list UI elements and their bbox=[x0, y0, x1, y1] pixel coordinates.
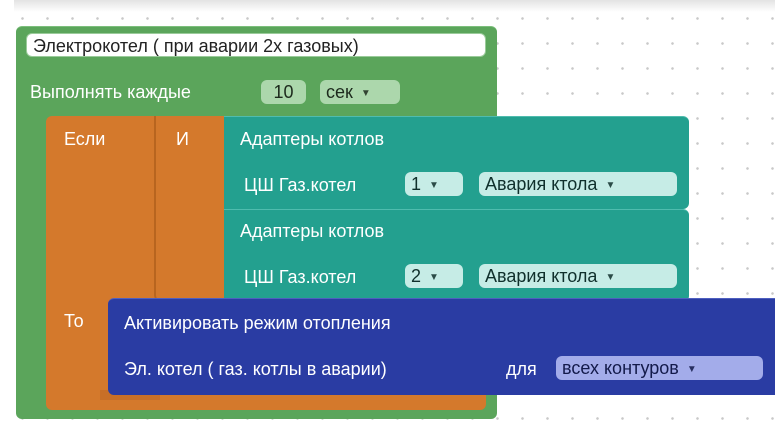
chevron-down-icon: ▼ bbox=[686, 364, 697, 375]
workspace-left-margin bbox=[0, 0, 14, 421]
signal-label-1: Авария ктола bbox=[485, 174, 598, 194]
signal-dropdown-1[interactable]: Авария ктола ▼ bbox=[479, 172, 677, 196]
chevron-down-icon: ▼ bbox=[429, 272, 439, 283]
signal-label-2: Авария ктола bbox=[485, 266, 598, 286]
action-for-label: для bbox=[506, 359, 537, 379]
signal-dropdown-2[interactable]: Авария ктола ▼ bbox=[479, 264, 677, 288]
action-title: Активировать режим отопления bbox=[124, 313, 391, 333]
device-number-dropdown-1[interactable]: 1 ▼ bbox=[405, 172, 463, 196]
chevron-down-icon: ▼ bbox=[360, 88, 371, 99]
workspace-top-shadow bbox=[0, 0, 775, 12]
interval-unit-dropdown[interactable]: сек ▼ bbox=[320, 80, 400, 104]
chevron-down-icon: ▼ bbox=[605, 180, 616, 191]
target-dropdown[interactable]: всех контуров ▼ bbox=[556, 356, 763, 380]
interval-value-field[interactable]: 10 bbox=[261, 80, 306, 104]
adapter-header-2: Адаптеры котлов bbox=[240, 221, 385, 241]
chevron-down-icon: ▼ bbox=[429, 180, 439, 191]
device-label-2: ЦШ Газ.котел bbox=[244, 267, 357, 287]
target-label: всех контуров bbox=[562, 358, 679, 378]
device-number-dropdown-2[interactable]: 2 ▼ bbox=[405, 264, 463, 288]
chevron-down-icon: ▼ bbox=[605, 272, 616, 283]
action-mode-label: Эл. котел ( газ. котлы в аварии) bbox=[124, 359, 387, 379]
and-label: И bbox=[176, 129, 189, 149]
adapter-header-1: Адаптеры котлов bbox=[240, 129, 385, 149]
device-number-1: 1 bbox=[411, 174, 422, 194]
then-label: То bbox=[64, 311, 84, 331]
if-label: Если bbox=[64, 129, 106, 149]
event-title-field[interactable]: Электрокотел ( при аварии 2х газовых) bbox=[26, 33, 486, 57]
device-label-1: ЦШ Газ.котел bbox=[244, 175, 357, 195]
device-number-2: 2 bbox=[411, 266, 422, 286]
and-block[interactable] bbox=[156, 116, 226, 301]
interval-unit-label: сек bbox=[326, 82, 353, 102]
schedule-label: Выполнять каждые bbox=[30, 82, 191, 102]
